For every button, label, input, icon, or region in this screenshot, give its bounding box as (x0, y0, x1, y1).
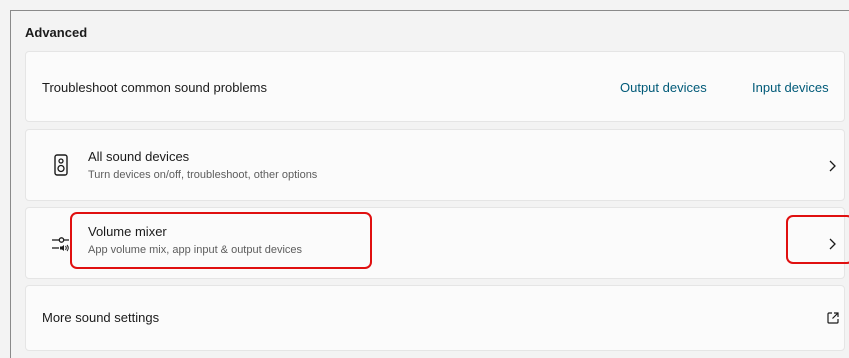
volume-mixer-highlight (70, 212, 372, 269)
section-title: Advanced (25, 25, 88, 40)
troubleshoot-label: Troubleshoot common sound problems (42, 80, 267, 95)
all-sound-devices-row[interactable]: All sound devices Turn devices on/off, t… (25, 129, 845, 201)
all-sound-devices-title: All sound devices (88, 149, 190, 164)
more-sound-settings-row[interactable]: More sound settings (25, 285, 845, 351)
more-sound-settings-label: More sound settings (42, 310, 160, 325)
speaker-icon (54, 154, 68, 176)
volume-mixer-icon (52, 237, 69, 252)
input-devices-link[interactable]: Input devices (752, 80, 829, 95)
chevron-right-icon (829, 160, 836, 172)
open-external-icon (827, 312, 839, 324)
output-devices-link[interactable]: Output devices (620, 80, 707, 95)
chevron-highlight (786, 215, 849, 264)
troubleshoot-card: Troubleshoot common sound problems Outpu… (25, 51, 845, 122)
settings-frame: Advanced Troubleshoot common sound probl… (10, 10, 849, 358)
all-sound-devices-subtitle: Turn devices on/off, troubleshoot, other… (88, 169, 318, 181)
